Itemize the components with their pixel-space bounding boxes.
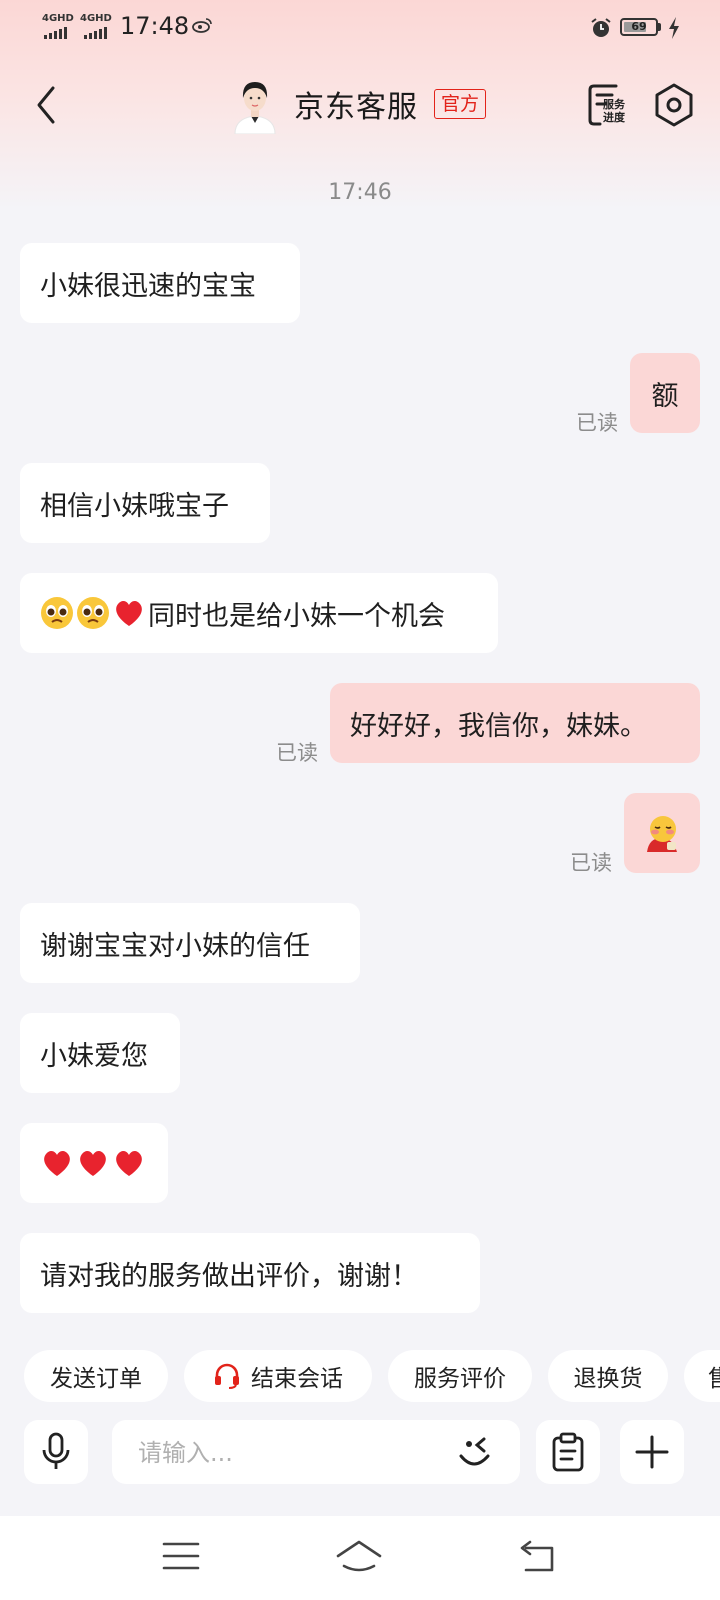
network-label-2: 4GHD [80, 13, 112, 24]
pleading-face-icon [77, 597, 109, 629]
red-heart-icon [116, 601, 142, 626]
message-input[interactable] [136, 1420, 440, 1486]
message-text: 额 [651, 380, 679, 412]
signal-icon-1 [44, 27, 67, 39]
service-rating-button[interactable]: 服务评价 [388, 1350, 532, 1402]
chat-timestamp: 17:46 [328, 180, 392, 205]
return-exchange-button[interactable]: 退换货 [548, 1350, 668, 1402]
send-order-button[interactable]: 发送订单 [24, 1350, 168, 1402]
chip-label: 退换货 [573, 1366, 643, 1392]
message-text: 小妹爱您 [40, 1040, 148, 1072]
plus-icon [635, 1435, 669, 1469]
read-status: 已读 [570, 851, 612, 875]
back-icon [37, 86, 55, 124]
message-text: 请对我的服务做出评价，谢谢！ [40, 1260, 418, 1292]
emoji-icon[interactable] [454, 1430, 504, 1474]
plus-button[interactable] [620, 1420, 684, 1484]
message-text: 同时也是给小妹一个机会 [148, 600, 445, 632]
message-bubble-agent[interactable]: 相信小妹哦宝子 [20, 463, 270, 543]
message-bubble-agent[interactable] [20, 1123, 168, 1203]
message-bubble-agent[interactable]: 谢谢宝宝对小妹的信任 [20, 903, 360, 983]
message-bubble-mine[interactable]: 额 [630, 353, 700, 433]
message-bubble-agent[interactable]: 小妹很迅速的宝宝 [20, 243, 300, 323]
system-navigation-bar [0, 1516, 720, 1600]
message-text: 相信小妹哦宝子 [40, 490, 229, 522]
battery-level: 69 [631, 20, 647, 33]
message-input-box [112, 1420, 520, 1486]
battery-tip [658, 23, 661, 31]
message-text: 好好好，我信你，妹妹。 [350, 710, 647, 742]
chip-label: 售 [708, 1366, 720, 1392]
voice-button[interactable] [24, 1420, 88, 1484]
official-badge: 官方 [434, 89, 487, 119]
message-bubble-mine[interactable] [624, 793, 700, 873]
chip-label: 结束会话 [251, 1366, 343, 1392]
chat-title: 京东客服 [294, 90, 418, 125]
status-bar: 4GHD 4GHD 17:48 69 [0, 0, 720, 56]
service-progress-label-1: 服务 [603, 97, 626, 111]
back-button[interactable] [24, 80, 68, 130]
pleading-face-icon [41, 597, 73, 629]
service-progress-label-2: 进度 [603, 110, 626, 124]
back-nav-icon[interactable] [512, 1536, 562, 1576]
battery-icon: 69 [620, 18, 658, 36]
end-session-button[interactable]: 结束会话 [184, 1350, 372, 1402]
message-text: 谢谢宝宝对小妹的信任 [40, 930, 310, 962]
chip-label: 服务评价 [414, 1366, 506, 1392]
menu-icon[interactable] [156, 1536, 206, 1576]
avatar[interactable] [230, 76, 280, 134]
message-bubble-agent[interactable]: 请对我的服务做出评价，谢谢！ [20, 1233, 480, 1313]
red-heart-icon [44, 1151, 70, 1176]
charging-icon [669, 17, 679, 39]
headset-icon [215, 1363, 239, 1389]
input-row [0, 1420, 720, 1490]
red-heart-icon [80, 1151, 106, 1176]
chip-label: 发送订单 [50, 1366, 142, 1392]
blushing-sticker-icon [647, 816, 677, 852]
quick-action-bar: 发送订单 结束会话 服务评价 退换货 售 [0, 1350, 720, 1406]
home-icon[interactable] [334, 1536, 384, 1576]
status-time: 17:48 [120, 12, 190, 40]
chat-header: 京东客服 官方 服务 进度 [0, 60, 720, 150]
service-progress-icon: 服务 进度 [588, 84, 626, 126]
weibo-icon [192, 18, 212, 33]
network-label-1: 4GHD [42, 13, 74, 24]
after-sales-button[interactable]: 售 [684, 1350, 720, 1402]
red-heart-icon [116, 1151, 142, 1176]
read-status: 已读 [276, 741, 318, 765]
message-bubble-agent[interactable]: 小妹爱您 [20, 1013, 180, 1093]
clipboard-button[interactable] [536, 1420, 600, 1484]
message-bubble-mine[interactable]: 好好好，我信你，妹妹。 [330, 683, 700, 763]
read-status: 已读 [576, 411, 618, 435]
service-progress-button[interactable]: 服务 进度 [586, 80, 634, 130]
settings-icon [655, 83, 693, 127]
settings-button[interactable] [652, 82, 696, 128]
clipboard-icon [552, 1432, 584, 1472]
alarm-icon [591, 18, 611, 37]
signal-icon-2 [84, 27, 107, 39]
microphone-icon [42, 1432, 70, 1469]
message-bubble-agent[interactable]: 同时也是给小妹一个机会 [20, 573, 498, 653]
message-text: 小妹很迅速的宝宝 [40, 270, 256, 302]
